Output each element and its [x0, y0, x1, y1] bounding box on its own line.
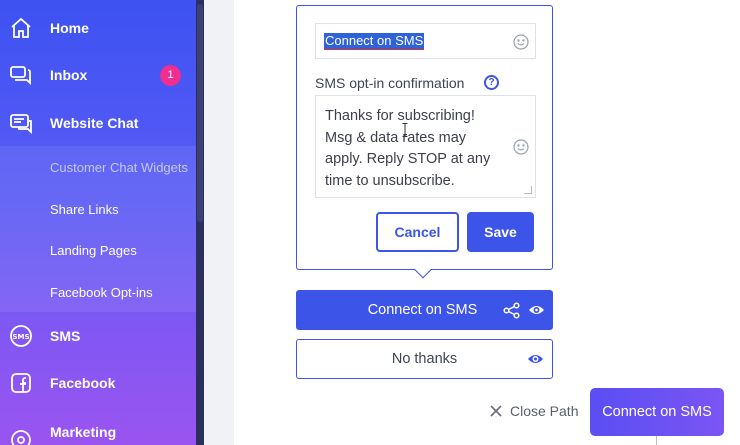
scrollbar-thumb[interactable]	[197, 4, 203, 222]
connect-on-sms-button[interactable]: Connect on SMS	[590, 388, 724, 436]
sidebar-item-website-chat[interactable]: Website Chat	[0, 101, 196, 145]
sidebar-item-label: Website Chat	[50, 115, 139, 131]
sidebar-item-label: Facebook	[50, 375, 116, 391]
marketing-icon	[8, 427, 34, 445]
sidebar-item-label: Marketing	[50, 424, 117, 440]
button-label: Connect on SMS	[367, 302, 478, 318]
close-path-button[interactable]: Close Path	[490, 403, 578, 419]
submenu-item-facebook-opt-ins[interactable]: Facebook Opt-ins	[50, 285, 153, 300]
sidebar: Home Inbox 1 Website Chat Customer Chat …	[0, 0, 204, 445]
cancel-button[interactable]: Cancel	[376, 212, 459, 252]
submenu-item-customer-chat-widgets[interactable]: Customer Chat Widgets	[50, 160, 188, 175]
sms-button-editor-popup: Connect on SMS SMS opt-in confirmation ?…	[296, 5, 553, 279]
svg-text:SMS: SMS	[12, 333, 29, 341]
sidebar-item-label: Home	[50, 20, 89, 36]
inbox-count-badge: 1	[160, 64, 181, 86]
resize-handle[interactable]	[524, 186, 532, 194]
button-text-input[interactable]: Connect on SMS	[315, 23, 536, 59]
path-connector-line	[656, 436, 657, 445]
sidebar-item-inbox[interactable]: Inbox 1	[0, 53, 196, 97]
emoji-icon[interactable]	[513, 34, 529, 50]
save-button[interactable]: Save	[467, 212, 534, 252]
sidebar-item-label: Inbox	[50, 67, 88, 83]
eye-icon[interactable]	[527, 352, 544, 366]
sms-icon: SMS	[8, 323, 34, 349]
facebook-icon	[8, 370, 34, 396]
selected-text: Connect on SMS	[324, 33, 425, 50]
submenu-item-share-links[interactable]: Share Links	[50, 202, 119, 217]
emoji-icon[interactable]	[513, 139, 529, 155]
inbox-icon	[8, 62, 34, 88]
no-thanks-preview-button[interactable]: No thanks	[296, 339, 553, 379]
text-cursor-icon	[402, 123, 408, 137]
sidebar-item-facebook[interactable]: Facebook	[0, 361, 196, 405]
home-icon	[8, 15, 34, 41]
website-chat-submenu: Customer Chat Widgets Share Links Landin…	[0, 146, 196, 312]
optin-message-textarea[interactable]: Thanks for subscribing! Msg & data rates…	[315, 95, 536, 198]
sidebar-item-marketing[interactable]: Marketing	[0, 418, 196, 445]
eye-icon[interactable]	[528, 303, 545, 317]
optin-message-text: Thanks for subscribing! Msg & data rates…	[325, 108, 491, 189]
connect-on-sms-preview-button[interactable]: Connect on SMS	[296, 290, 553, 330]
website-chat-icon	[8, 110, 34, 136]
sidebar-scrollbar[interactable]	[196, 0, 204, 445]
branch-icon[interactable]	[503, 302, 520, 319]
submenu-item-landing-pages[interactable]: Landing Pages	[50, 243, 137, 258]
close-path-label: Close Path	[510, 403, 579, 419]
close-icon	[490, 405, 502, 417]
sidebar-item-home[interactable]: Home	[0, 6, 196, 50]
sidebar-item-sms[interactable]: SMS SMS	[0, 314, 196, 358]
optin-confirmation-label: SMS opt-in confirmation	[315, 75, 465, 91]
button-label: No thanks	[391, 351, 458, 367]
sidebar-item-label: SMS	[50, 328, 81, 344]
help-icon[interactable]: ?	[484, 75, 499, 90]
